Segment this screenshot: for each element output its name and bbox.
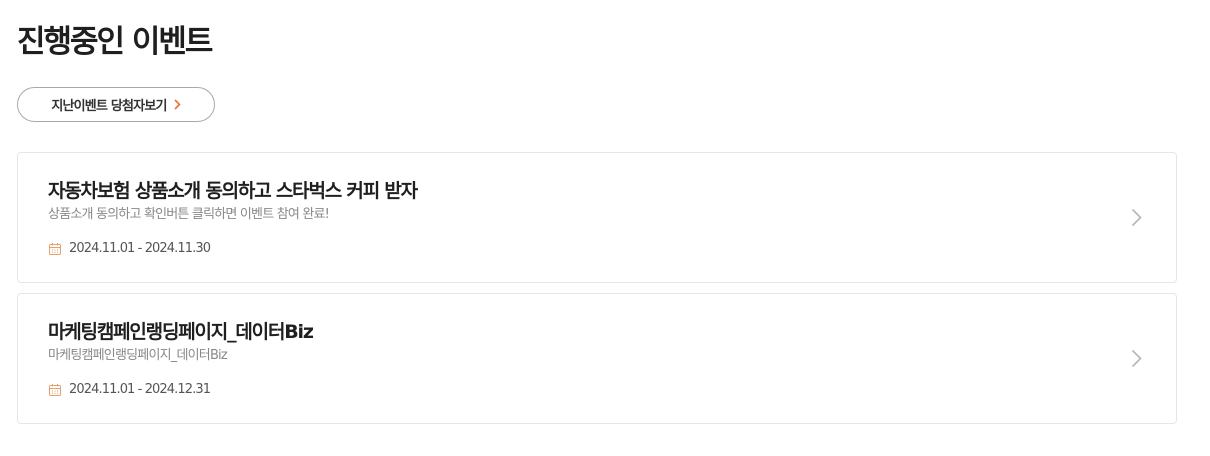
event-title: 마케팅캠페인랭딩페이지_데이터Biz xyxy=(48,321,314,343)
page-title: 진행중인 이벤트 xyxy=(17,24,213,60)
event-title: 자동차보험 상품소개 동의하고 스타벅스 커피 받자 xyxy=(48,180,418,202)
past-winners-label: 지난이벤트 당첨자보기 xyxy=(51,99,167,114)
event-period-text: 2024.11.01 - 2024.12.31 xyxy=(69,382,211,397)
event-description: 마케팅캠페인랭딩페이지_데이터Biz xyxy=(48,348,228,363)
calendar-icon xyxy=(48,383,62,397)
past-winners-button[interactable]: 지난이벤트 당첨자보기 xyxy=(17,87,215,122)
event-description: 상품소개 동의하고 확인버튼 클릭하면 이벤트 참여 완료! xyxy=(48,207,330,222)
chevron-right-icon xyxy=(1131,349,1142,368)
event-period-text: 2024.11.01 - 2024.11.30 xyxy=(69,241,211,256)
event-card[interactable]: 마케팅캠페인랭딩페이지_데이터Biz 마케팅캠페인랭딩페이지_데이터Biz 20… xyxy=(17,293,1177,424)
chevron-right-icon xyxy=(1131,208,1142,227)
chevron-right-icon xyxy=(174,99,181,110)
events-page: 진행중인 이벤트 지난이벤트 당첨자보기 자동차보험 상품소개 동의하고 스타벅… xyxy=(0,0,1210,456)
calendar-icon xyxy=(48,242,62,256)
event-card[interactable]: 자동차보험 상품소개 동의하고 스타벅스 커피 받자 상품소개 동의하고 확인버… xyxy=(17,152,1177,283)
event-period: 2024.11.01 - 2024.11.30 xyxy=(48,240,211,258)
event-period: 2024.11.01 - 2024.12.31 xyxy=(48,381,211,399)
